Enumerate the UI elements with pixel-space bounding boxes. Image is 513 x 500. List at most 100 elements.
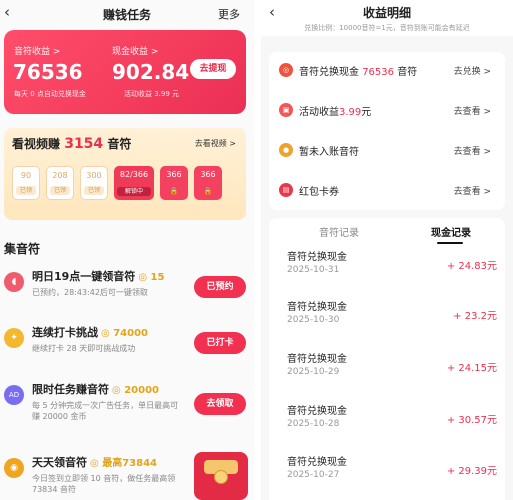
row-action[interactable]: 去查看 > — [454, 144, 491, 157]
streak-icon: ✦ — [4, 328, 24, 348]
red-packet-icon[interactable] — [194, 452, 248, 500]
video-reward-tile-locked[interactable]: 366 🔒 — [160, 166, 188, 200]
task-desc: 每 5 分钟完成一次广告任务，单日最高可赚 20000 金币 — [32, 401, 179, 421]
watch-video-title: 看视频赚 3154 音符 — [12, 135, 131, 152]
red-envelope-icon: ▤ — [279, 183, 293, 197]
watch-video-coin-count: 3154 — [64, 136, 104, 152]
video-reward-tile[interactable]: 300 已领 — [80, 166, 108, 200]
record-date: 2025-10-27 — [287, 470, 340, 480]
pending-coins-row[interactable]: ● 暂未入账音符 去查看 > — [269, 132, 505, 170]
task-button[interactable]: 去领取 — [194, 393, 246, 415]
record-title: 音符兑换现金 — [287, 457, 347, 468]
row-label-text: 活动收益 — [299, 107, 339, 118]
withdraw-button[interactable]: 去提现 — [190, 59, 236, 79]
page-title: 收益明细 — [362, 6, 411, 20]
record-amount: + 24.83元 — [446, 261, 497, 272]
piggy-bank-icon: ◖ — [4, 272, 24, 292]
task-desc: 已预约，28:43:42后可一键领取 — [32, 288, 148, 297]
task-coin-reward: ◎ 20000 — [112, 385, 159, 396]
task-item: AD 限时任务赚音符 ◎ 20000 每 5 分钟完成一次广告任务，单日最高可赚 … — [0, 379, 254, 433]
lock-icon: 🔒 — [203, 187, 213, 195]
record-amount: + 24.15元 — [446, 363, 497, 374]
task-title: 明日19点一键领音符 ◎ 15 — [32, 268, 164, 284]
row-label: 音符兑换现金 76536 音符 — [299, 63, 417, 78]
watch-video-title-suffix: 音符 — [107, 137, 132, 151]
row-suffix: 元 — [361, 107, 372, 118]
cash-earnings-note: 活动收益 3.99 元 — [124, 90, 180, 98]
lock-icon: 🔒 — [169, 187, 179, 195]
panel-divider — [254, 0, 261, 500]
tile-label: 已领 — [50, 186, 70, 195]
task-button[interactable]: 已打卡 — [194, 332, 246, 354]
task-title: 连续打卡挑战 ◎ 74000 — [32, 324, 148, 340]
record-row: 音符兑换现金 2025-10-29 + 24.15元 — [269, 350, 505, 402]
row-action[interactable]: 去查看 > — [454, 104, 491, 117]
record-amount: + 23.2元 — [453, 311, 497, 322]
task-title-text: 连续打卡挑战 — [32, 326, 98, 339]
coin-exchange-row[interactable]: ◎ 音符兑换现金 76536 音符 去兑换 > — [269, 52, 505, 90]
gift-icon: ▣ — [279, 103, 293, 117]
task-title-text: 限时任务赚音符 — [32, 383, 109, 396]
exchange-rate-note: 兑换比例：10000音符=1元，音符到账可能会有延迟 — [304, 24, 470, 32]
task-title: 天天领音符 ◎ 最高73844 — [32, 454, 157, 470]
go-watch-video-link[interactable]: 去看视频 > — [195, 138, 236, 149]
task-item: ✦ 连续打卡挑战 ◎ 74000 继续打卡 28 天即可挑战成功 已打卡 — [0, 322, 254, 376]
red-packet-coin — [214, 470, 228, 484]
earn-tasks-panel: ‹ 赚钱任务 更多 音符收益 > 76536 每天 0 点自动兑换现金 现金收益… — [0, 0, 254, 500]
tile-label: 解锁中 — [117, 187, 151, 196]
row-label: 暂未入账音符 — [299, 147, 359, 158]
row-action[interactable]: 去查看 > — [454, 184, 491, 197]
row-highlight: 3.99 — [339, 107, 362, 118]
record-title: 音符兑换现金 — [287, 354, 347, 365]
record-row: 音符兑换现金 2025-10-30 + 23.2元 — [269, 298, 505, 350]
watch-video-card: 看视频赚 3154 音符 去看视频 > 90 已领 208 已领 300 已领 … — [4, 128, 246, 220]
row-action[interactable]: 去兑换 > — [454, 64, 491, 77]
record-row: 音符兑换现金 2025-10-27 + 29.39元 — [269, 453, 505, 500]
red-envelope-row[interactable]: ▤ 红包卡券 去查看 > — [269, 172, 505, 210]
tile-label: 已领 — [16, 186, 36, 195]
records-card: 音符记录 现金记录 音符兑换现金 2025-10-31 + 24.83元 音符兑… — [269, 218, 505, 500]
coin-earnings-value: 76536 — [13, 60, 83, 84]
earnings-entries-card: ◎ 音符兑换现金 76536 音符 去兑换 > ▣ 活动收益3.99元 去查看 … — [269, 52, 505, 210]
task-desc: 今日签到立即领 10 音符，做任务最高领 73834 音符 — [32, 474, 176, 494]
earnings-detail-panel: ‹ 收益明细 兑换比例：10000音符=1元，音符到账可能会有延迟 ◎ 音符兑换… — [261, 0, 513, 500]
row-label-text: 音符兑换现金 — [299, 67, 359, 78]
pending-coin-icon: ● — [279, 143, 293, 157]
ad-icon: AD — [4, 385, 24, 405]
task-coin-reward: ◎ 最高73844 — [90, 458, 157, 469]
task-title: 限时任务赚音符 ◎ 20000 — [32, 381, 159, 397]
tab-coin-records[interactable]: 音符记录 — [319, 224, 359, 239]
watch-video-title-prefix: 看视频赚 — [12, 137, 61, 151]
row-highlight: 76536 — [362, 67, 394, 78]
active-tab-indicator — [437, 242, 463, 244]
video-reward-tile-active[interactable]: 82/366 解锁中 — [114, 166, 154, 200]
balance-card: 音符收益 > 76536 每天 0 点自动兑换现金 现金收益 > 902.84 … — [4, 30, 246, 114]
task-item: ◖ 明日19点一键领音符 ◎ 15 已预约，28:43:42后可一键领取 已预约 — [0, 266, 254, 320]
coin-earnings-label[interactable]: 音符收益 > — [14, 44, 60, 57]
record-date: 2025-10-31 — [287, 265, 340, 275]
cash-earnings-value: 902.84 — [112, 60, 190, 84]
tile-value: 366 — [166, 170, 182, 179]
video-reward-tile[interactable]: 90 已领 — [12, 166, 40, 200]
video-reward-tile-locked[interactable]: 366 🔒 — [194, 166, 222, 200]
row-suffix: 音符 — [397, 67, 418, 78]
task-coin-reward: ◎ 15 — [138, 272, 165, 283]
record-title: 音符兑换现金 — [287, 252, 347, 263]
record-row: 音符兑换现金 2025-10-31 + 24.83元 — [269, 248, 505, 300]
record-amount: + 29.39元 — [446, 466, 497, 477]
record-date: 2025-10-29 — [287, 367, 340, 377]
record-date: 2025-10-30 — [287, 315, 340, 325]
coin-icon: ◉ — [4, 458, 24, 478]
more-button[interactable]: 更多 — [218, 6, 240, 22]
video-reward-tile[interactable]: 208 已领 — [46, 166, 74, 200]
section-title: 集音符 — [4, 242, 41, 256]
tile-value: 300 — [86, 171, 102, 180]
task-coin-reward: ◎ 74000 — [101, 328, 148, 339]
tab-cash-records[interactable]: 现金记录 — [431, 224, 471, 239]
activity-earnings-row[interactable]: ▣ 活动收益3.99元 去查看 > — [269, 92, 505, 130]
record-row: 音符兑换现金 2025-10-28 + 30.57元 — [269, 402, 505, 454]
record-date: 2025-10-28 — [287, 419, 340, 429]
task-title-text: 天天领音符 — [32, 456, 87, 469]
cash-earnings-label[interactable]: 现金收益 > — [112, 44, 158, 57]
task-button[interactable]: 已预约 — [194, 276, 246, 298]
